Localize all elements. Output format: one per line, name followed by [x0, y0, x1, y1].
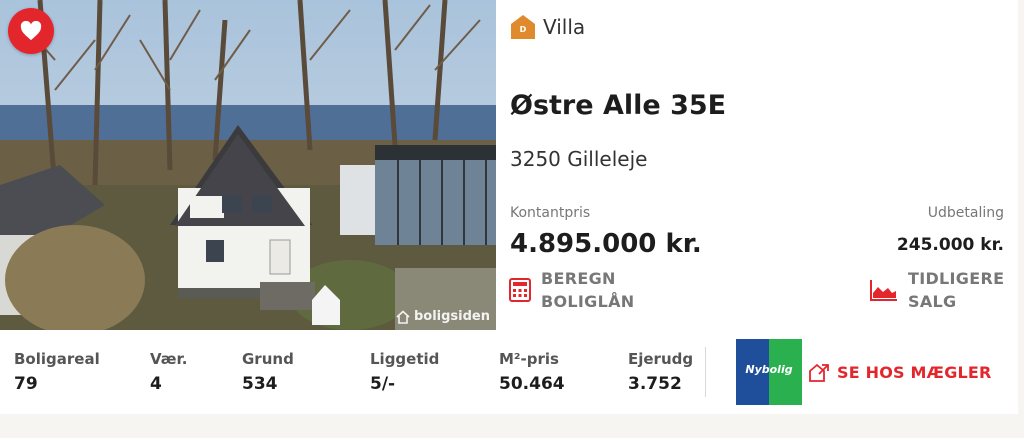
listing-city: 3250 Gilleleje: [510, 147, 648, 171]
broker-logo-text: Nybolig: [745, 363, 793, 376]
stat-rooms: Vær. 4: [150, 350, 187, 394]
price-value: 4.895.000 kr.: [510, 229, 702, 259]
stat-value: 534: [242, 374, 278, 394]
listing-photo[interactable]: boligsiden: [0, 0, 496, 330]
stats-divider: [705, 347, 706, 397]
see-broker-label: SE HOS MÆGLER: [837, 362, 992, 382]
watermark-text: boligsiden: [413, 309, 490, 324]
favorite-button[interactable]: [8, 8, 54, 54]
stat-time-on-market: Liggetid 5/-: [370, 350, 439, 394]
stat-label: Ejerudg: [628, 350, 694, 368]
down-payment-label: Udbetaling: [927, 205, 1004, 221]
listing-address: Østre Alle 35E: [510, 90, 727, 121]
previous-sales-button[interactable]: TIDLIGERE SALG: [870, 267, 1004, 313]
external-link-icon: [809, 363, 829, 382]
stat-value: 5/-: [370, 374, 396, 394]
previous-sales-label: TIDLIGERE SALG: [908, 267, 1004, 313]
house-photo-illustration: [0, 0, 496, 330]
stat-label: Liggetid: [370, 350, 440, 368]
calculate-loan-label: BEREGN BOLIGLÅN: [541, 267, 634, 313]
broker-logo[interactable]: Nybolig: [736, 339, 802, 405]
price-label: Kontantpris: [510, 205, 591, 221]
down-payment-value: 245.000 kr.: [896, 235, 1004, 255]
chart-icon: [870, 280, 897, 301]
stat-value: 79: [14, 374, 38, 394]
stat-label: Boligareal: [14, 350, 100, 368]
previous-sales-line-1: TIDLIGERE: [908, 269, 1005, 288]
stat-owner-expenses: Ejerudg 3.752: [628, 350, 693, 394]
previous-sales-line-2: SALG: [908, 292, 957, 311]
energy-label-text: D: [519, 25, 527, 34]
property-type-label: Villa: [543, 15, 586, 39]
stat-value: 4: [150, 374, 162, 394]
stat-plot: Grund 534: [242, 350, 294, 394]
stat-living-area: Boligareal 79: [14, 350, 100, 394]
energy-label-badge: D: [510, 14, 536, 40]
stat-value: 50.464: [499, 374, 565, 394]
home-outline-icon: [396, 309, 410, 324]
see-broker-button[interactable]: SE HOS MÆGLER: [808, 361, 992, 383]
heart-icon: [20, 21, 42, 41]
calculator-icon: [509, 278, 531, 302]
stat-label: Vær.: [150, 350, 188, 368]
stat-label: M²-pris: [499, 350, 559, 368]
calculate-loan-line-1: BEREGN: [541, 269, 616, 288]
calculate-loan-button[interactable]: BEREGN BOLIGLÅN: [509, 267, 634, 313]
stat-value: 3.752: [628, 374, 682, 394]
listing-card[interactable]: boligsiden D Villa Østre Alle 35E 3250 G…: [0, 0, 1018, 414]
property-type: D Villa: [510, 14, 585, 40]
stat-label: Grund: [242, 350, 294, 368]
stat-price-per-sqm: M²-pris 50.464: [499, 350, 565, 394]
photo-watermark: boligsiden: [396, 309, 490, 324]
calculate-loan-line-2: BOLIGLÅN: [541, 292, 635, 311]
